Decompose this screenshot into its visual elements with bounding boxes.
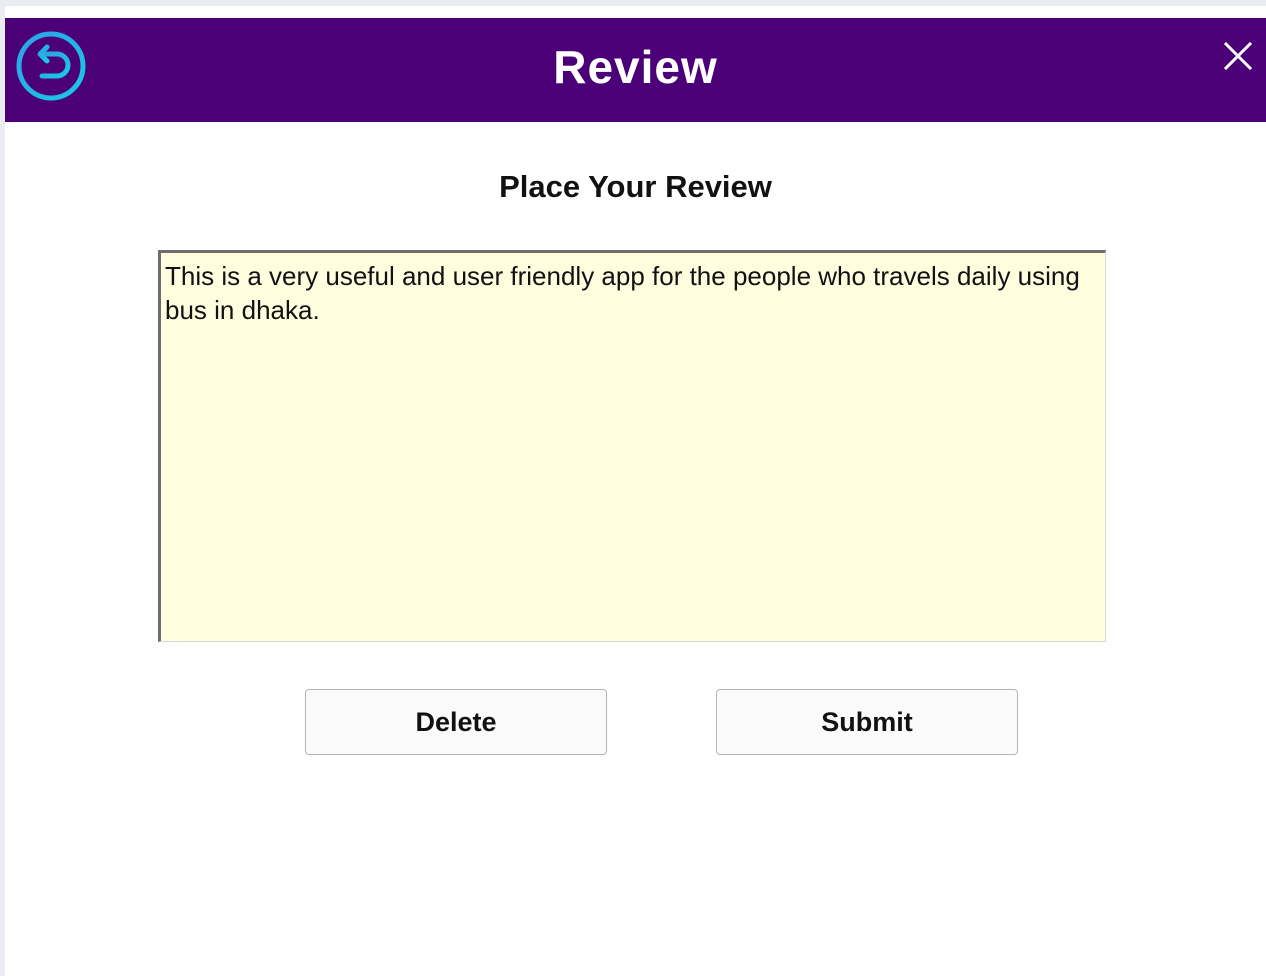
review-input[interactable]: This is a very useful and user friendly … — [158, 250, 1106, 642]
window-title: Review — [553, 41, 718, 93]
app-frame: Review Place Your Review This is a very … — [0, 0, 1266, 976]
close-button[interactable] — [1222, 40, 1254, 72]
review-window: Review Place Your Review This is a very … — [5, 6, 1266, 976]
header-bar: Review — [5, 18, 1266, 122]
delete-button[interactable]: Delete — [305, 689, 607, 755]
close-icon — [1223, 41, 1253, 71]
submit-button[interactable]: Submit — [716, 689, 1018, 755]
page-heading: Place Your Review — [499, 169, 772, 204]
